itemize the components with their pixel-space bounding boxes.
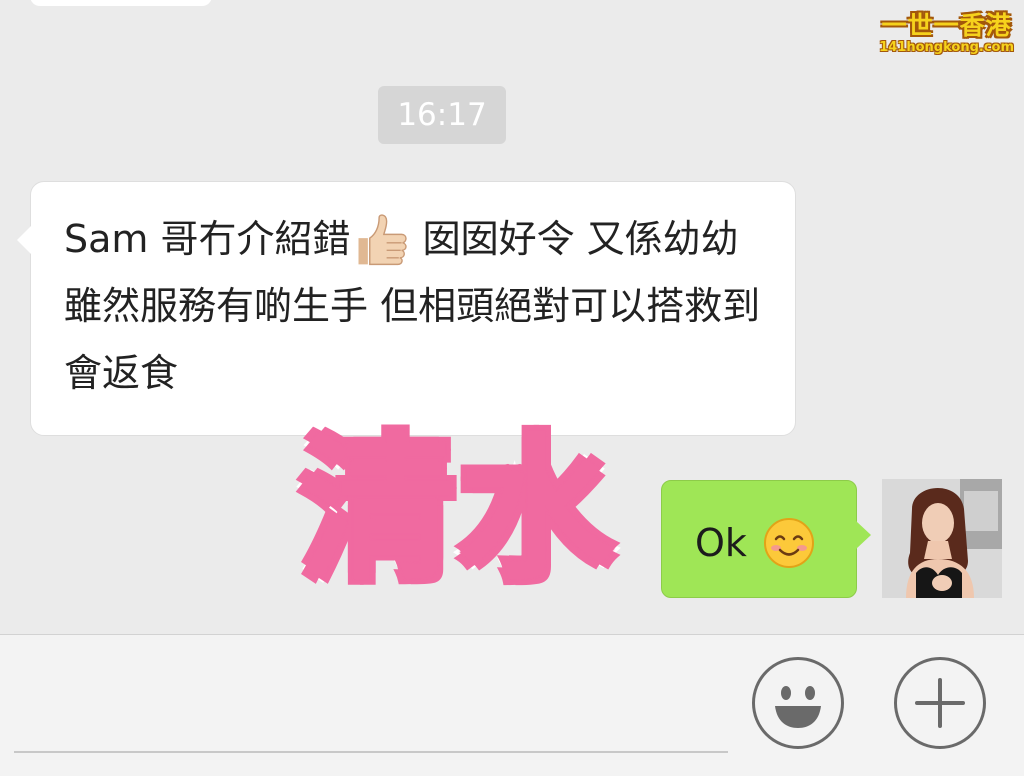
watermark-site: 141hongkong.com [879,40,1014,55]
outgoing-message-text: Ok [695,521,747,565]
overlay-caption: 清水 [297,419,618,601]
emoji-face-icon [775,686,821,728]
outgoing-message-content: Ok [695,517,815,569]
plus-icon [915,678,965,728]
incoming-message-text: Sam 哥冇介紹錯 囡囡好令 又係幼幼 雖然服務有啲生手 但相頭絕對可以搭救到 … [64,206,784,407]
previous-message-bubble [30,0,212,6]
avatar-photo [882,479,1002,598]
smiling-face-icon [763,518,814,568]
message-text-part: Sam 哥冇介紹錯 [64,217,351,261]
bubble-tail [856,521,871,549]
emoji-button[interactable] [752,657,844,749]
incoming-message-bubble[interactable]: Sam 哥冇介紹錯 囡囡好令 又係幼幼 雖然服務有啲生手 但相頭絕對可以搭救到 … [17,181,796,436]
message-timestamp: 16:17 [378,86,506,144]
message-input-field[interactable] [14,751,728,753]
site-watermark: 一世一香港 141hongkong.com [879,6,1014,55]
outgoing-message-bubble[interactable]: Ok [661,480,871,598]
user-avatar[interactable] [882,479,1002,598]
chat-input-bar [0,634,1024,776]
bubble-tail [17,226,31,254]
thumbs-up-icon [358,213,407,265]
watermark-title: 一世一香港 [881,11,1012,40]
more-options-button[interactable] [894,657,986,749]
